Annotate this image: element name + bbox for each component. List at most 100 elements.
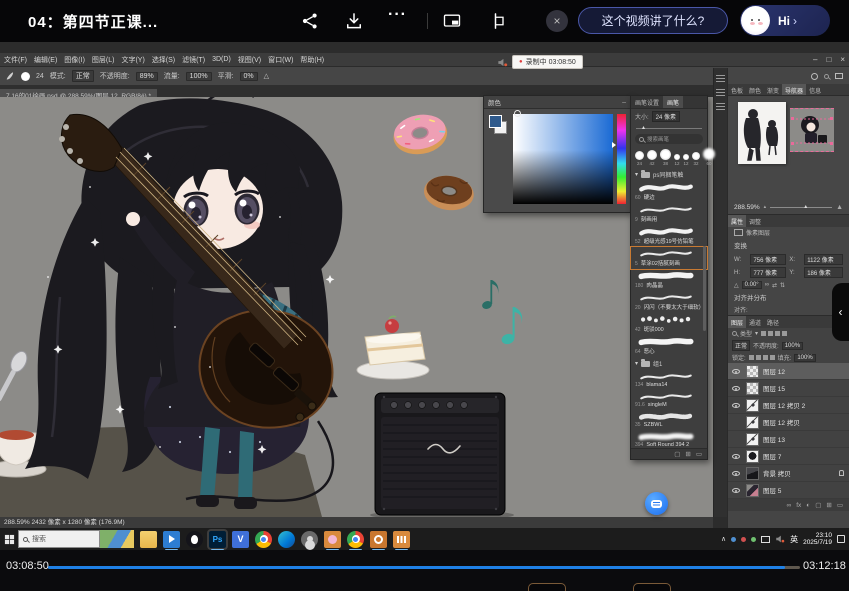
layer-thumbnail[interactable]	[746, 433, 759, 446]
smoothing-select[interactable]: 0%	[240, 72, 258, 81]
collapse-icon[interactable]: –	[622, 99, 626, 106]
w-field[interactable]: 756 像素	[750, 254, 786, 265]
brush-size-field[interactable]: 24 像素	[652, 111, 680, 122]
chrome-profile-icon[interactable]	[347, 531, 364, 548]
tab-gradients[interactable]: 渐变	[764, 84, 782, 95]
clock[interactable]: 23:10 2025/7/19	[803, 532, 832, 546]
progress-bar[interactable]	[48, 566, 800, 569]
menu-layer[interactable]: 图层(L)	[92, 55, 115, 65]
hue-slider[interactable]	[617, 114, 626, 204]
widgets-thumbnail[interactable]	[100, 530, 134, 548]
layer-thumbnail[interactable]	[746, 450, 759, 463]
video-frame[interactable]: 文件(F) 编辑(E) 图像(I) 图层(L) 文字(Y) 选择(S) 滤镜(T…	[0, 42, 849, 550]
new-layer-icon[interactable]: ⊞	[826, 501, 831, 509]
slider-thumb-icon[interactable]: ▴	[642, 125, 645, 131]
minimize-icon[interactable]: –	[813, 55, 817, 64]
layer-row[interactable]: 图层 5	[728, 482, 849, 499]
layer-thumbnail[interactable]	[746, 399, 759, 412]
chat-bubble-button[interactable]	[645, 492, 668, 515]
mode-select[interactable]: 正常	[72, 70, 94, 82]
new-group-icon[interactable]: ▢	[674, 450, 680, 459]
file-explorer-icon[interactable]	[140, 531, 157, 548]
language-indicator[interactable]: 英	[790, 534, 798, 545]
menu-type[interactable]: 文字(Y)	[121, 55, 144, 65]
brush-group-header[interactable]: ▾ ps同捆笔触	[631, 168, 707, 181]
brush-item[interactable]: 91.6singleM	[631, 390, 707, 410]
layer-opacity-field[interactable]: 100%	[782, 342, 803, 350]
speaker-muted-icon[interactable]	[497, 57, 508, 68]
tab-info[interactable]: 信息	[806, 84, 824, 95]
recent-brush[interactable]: 42	[647, 150, 657, 166]
dismiss-ask-icon[interactable]: ×	[546, 10, 568, 32]
share-icon[interactable]	[300, 11, 320, 31]
scrollbar[interactable]	[703, 246, 706, 331]
tab-layers[interactable]: 图层	[728, 316, 746, 328]
restore-icon[interactable]: □	[826, 55, 831, 64]
recent-brush[interactable]: 32	[692, 152, 700, 166]
chapter-marker[interactable]	[528, 583, 566, 591]
layer-row[interactable]: 背景 拷贝	[728, 465, 849, 482]
close-window-icon[interactable]: ×	[840, 55, 845, 64]
zoom-out-icon[interactable]: ▴	[764, 204, 767, 210]
pip-icon[interactable]	[442, 11, 462, 31]
link-dimensions-icon[interactable]: ∞	[765, 282, 769, 288]
tray-app-icon[interactable]	[741, 537, 746, 542]
tab-brush-settings[interactable]: 画笔设置	[631, 96, 663, 108]
menu-view[interactable]: 视图(V)	[238, 55, 261, 65]
properties-panel-icon[interactable]	[716, 101, 725, 110]
color-cursor[interactable]	[514, 110, 521, 117]
brush-preview-icon[interactable]	[21, 72, 30, 81]
orange-app-icon[interactable]	[324, 531, 341, 548]
search-icon[interactable]	[824, 74, 829, 79]
align-section-header[interactable]: 对齐并分布	[728, 290, 849, 304]
notification-icon[interactable]	[837, 535, 845, 543]
recent-brush[interactable]: 60	[703, 148, 715, 166]
account-icon[interactable]	[301, 531, 318, 548]
layer-row[interactable]: 图层 7	[728, 448, 849, 465]
chrome-icon[interactable]	[255, 531, 272, 548]
v-app-icon[interactable]: V	[232, 531, 249, 548]
tab-swatches[interactable]: 色板	[728, 84, 746, 95]
sync-icon[interactable]	[811, 73, 818, 80]
brush-item-selected[interactable]: 5草涂02括腻刻画	[631, 247, 707, 269]
recorder-app-icon[interactable]	[370, 531, 387, 548]
visibility-eye-icon[interactable]	[732, 403, 740, 408]
media-app-icon[interactable]	[163, 531, 180, 548]
tray-app-icon[interactable]	[751, 537, 756, 542]
workspace-icon[interactable]	[835, 73, 843, 79]
delete-layer-icon[interactable]: ▭	[837, 501, 843, 509]
layer-row[interactable]: 图层 12 拷贝	[728, 414, 849, 431]
menu-select[interactable]: 选择(S)	[152, 55, 175, 65]
x-field[interactable]: 1122 像素	[804, 254, 843, 265]
recent-brush[interactable]: 12	[683, 154, 689, 166]
y-field[interactable]: 186 像素	[804, 267, 843, 278]
color-gradient-field[interactable]	[513, 114, 613, 204]
zoom-slider[interactable]: ▴	[770, 207, 832, 208]
display-icon[interactable]	[761, 536, 770, 543]
filter-icons[interactable]	[761, 331, 787, 336]
lock-icons[interactable]	[749, 355, 775, 360]
fill-field[interactable]: 100%	[794, 354, 815, 362]
transform-section-header[interactable]: 变换	[728, 238, 849, 252]
brush-item[interactable]: 42斑驳000	[631, 313, 707, 335]
assistant-button[interactable]: Hi ›	[740, 5, 830, 36]
photoshop-app-icon[interactable]: Ps	[209, 531, 226, 548]
tab-paths[interactable]: 路径	[764, 316, 782, 328]
flip-horizontal-icon[interactable]: ⇄	[772, 282, 777, 289]
flow-select[interactable]: 100%	[186, 72, 212, 81]
filter-search-icon[interactable]	[732, 331, 737, 336]
brush-settings-panel-icon[interactable]	[716, 73, 725, 82]
brush-item[interactable]: 60硬边	[631, 181, 707, 203]
visibility-eye-icon[interactable]	[732, 454, 740, 459]
foreground-swatch[interactable]	[489, 115, 502, 128]
zoom-slider-thumb[interactable]: ▴	[804, 204, 807, 210]
tab-adjustments[interactable]: 调整	[746, 215, 764, 227]
menu-window[interactable]: 窗口(W)	[268, 55, 293, 65]
document-thumbnail[interactable]	[790, 108, 834, 152]
brush-item[interactable]: 20闪闪（不要太大于细软）	[631, 291, 707, 313]
brush-item[interactable]: 394Soft Round 394 2	[631, 430, 707, 450]
flip-icon[interactable]	[488, 11, 508, 31]
tray-app-icon[interactable]	[731, 537, 736, 542]
menu-image[interactable]: 图像(I)	[64, 55, 85, 65]
brush-group-header[interactable]: ▾ 组1	[631, 357, 707, 370]
